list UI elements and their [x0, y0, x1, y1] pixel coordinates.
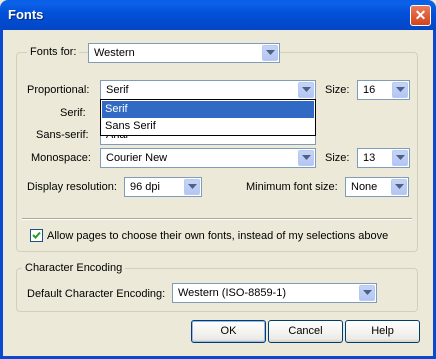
chevron-down-icon[interactable]: [184, 179, 200, 195]
chevron-down-icon[interactable]: [298, 150, 314, 166]
window-title: Fonts: [8, 7, 44, 22]
chevron-down-icon[interactable]: [392, 150, 408, 166]
sans-serif-label: Sans-serif:: [36, 129, 89, 141]
default-encoding-value: Western (ISO-8859-1): [178, 287, 287, 299]
proportional-size-value: 16: [363, 84, 376, 96]
default-encoding-label: Default Character Encoding:: [27, 288, 166, 300]
ok-button[interactable]: OK: [191, 320, 266, 343]
monospace-label: Monospace:: [31, 152, 91, 164]
monospace-size-select[interactable]: 13: [357, 148, 410, 168]
serif-label: Serif:: [60, 107, 86, 119]
proportional-value: Serif: [106, 84, 129, 96]
fonts-for-value: Western: [94, 47, 135, 59]
cancel-button[interactable]: Cancel: [268, 320, 343, 343]
monospace-size-label: Size:: [325, 152, 350, 164]
proportional-select[interactable]: Serif: [100, 80, 316, 100]
chevron-down-icon[interactable]: [359, 285, 375, 301]
proportional-label: Proportional:: [27, 84, 90, 96]
default-encoding-select[interactable]: Western (ISO-8859-1): [172, 283, 377, 303]
display-resolution-value: 96 dpi: [130, 181, 160, 193]
fonts-for-select[interactable]: Western: [88, 43, 280, 63]
fonts-for-label: Fonts for:: [27, 46, 80, 58]
chevron-down-icon[interactable]: [391, 179, 407, 195]
display-resolution-select[interactable]: 96 dpi: [124, 177, 202, 197]
display-resolution-label: Display resolution:: [27, 181, 117, 193]
close-icon: ✕: [414, 7, 427, 23]
checkmark-icon: [32, 231, 41, 239]
window-frame-left: [0, 30, 3, 359]
min-font-size-select[interactable]: None: [345, 177, 409, 197]
proportional-size-label: Size:: [325, 84, 350, 96]
allow-pages-checkbox[interactable]: [30, 229, 43, 242]
monospace-value: Courier New: [106, 152, 168, 164]
proportional-dropdown-list[interactable]: Serif Sans Serif: [100, 99, 316, 136]
dropdown-option-serif[interactable]: Serif: [102, 101, 314, 118]
chevron-down-icon[interactable]: [298, 82, 314, 98]
help-button[interactable]: Help: [345, 320, 420, 343]
proportional-size-select[interactable]: 16: [357, 80, 410, 100]
monospace-size-value: 13: [363, 152, 376, 164]
title-bar[interactable]: [0, 0, 436, 30]
encoding-group-title: Character Encoding: [22, 262, 126, 274]
monospace-select[interactable]: Courier New: [100, 148, 316, 168]
group-separator: [22, 218, 412, 220]
chevron-down-icon[interactable]: [392, 82, 408, 98]
close-button[interactable]: ✕: [410, 5, 431, 26]
allow-pages-label: Allow pages to choose their own fonts, i…: [47, 230, 389, 242]
min-font-size-label: Minimum font size:: [246, 181, 338, 193]
chevron-down-icon[interactable]: [262, 45, 278, 61]
dropdown-option-sans-serif[interactable]: Sans Serif: [102, 118, 314, 135]
min-font-size-value: None: [351, 181, 378, 193]
